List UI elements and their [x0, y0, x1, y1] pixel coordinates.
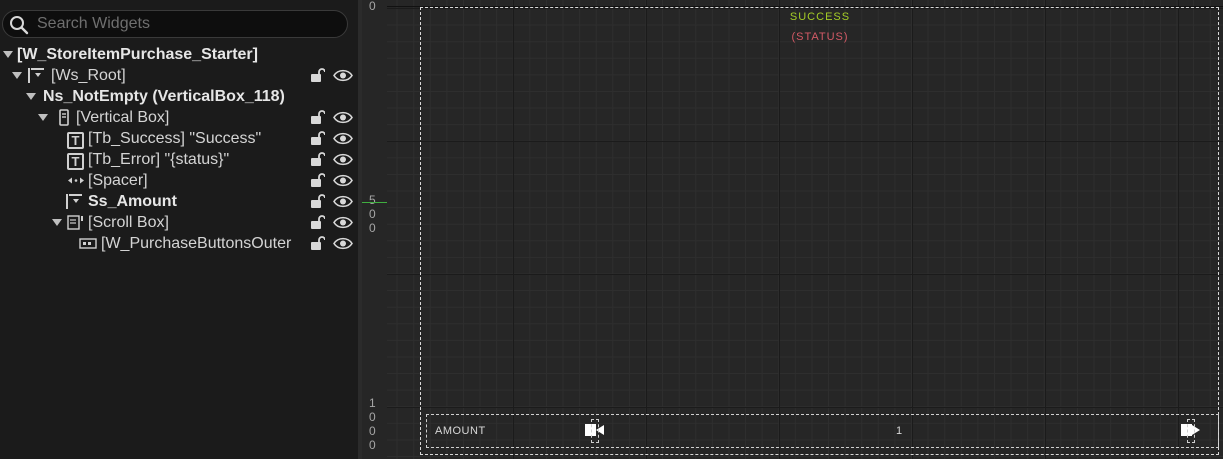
expand-arrow-icon[interactable] [3, 51, 13, 58]
designer-canvas[interactable]: SUCCESS (STATUS) AMOUNT 1 [387, 0, 1223, 459]
eye-icon[interactable] [333, 174, 353, 187]
tree-row-spacer[interactable]: [Spacer] [0, 170, 358, 191]
lock-icon[interactable] [310, 194, 325, 209]
expand-arrow-icon[interactable] [52, 219, 62, 226]
search-input[interactable] [37, 13, 337, 35]
tree-row-label: [Tb_Error] "{status}" [88, 151, 230, 168]
lock-icon[interactable] [310, 152, 325, 167]
ruler-tick: 0 [369, 0, 376, 13]
ruler-tick: 0 [369, 207, 376, 221]
tree-row-root[interactable]: [W_StoreItemPurchase_Starter] [0, 44, 358, 65]
tree-row-ss-amount[interactable]: Ss_Amount [0, 191, 358, 212]
widget-designer: [W_StoreItemPurchase_Starter] [Ws_Root] … [0, 0, 1223, 459]
text-block-icon: T [67, 151, 85, 170]
tree-row-label: Ss_Amount [88, 193, 177, 210]
tree-row-label: [Vertical Box] [76, 109, 170, 126]
tree-row-label: [W_StoreItemPurchase_Starter] [17, 46, 258, 63]
widget-bounds[interactable] [420, 7, 1219, 455]
amount-value[interactable]: 1 [896, 425, 902, 437]
tree-row-purchase-buttons[interactable]: [W_PurchaseButtonsOuter [0, 233, 358, 254]
tree-row-ns-notempty[interactable]: Ns_NotEmpty (VerticalBox_118) [0, 86, 358, 107]
widget-switcher-icon [28, 68, 44, 83]
spacer-icon [68, 177, 84, 184]
ruler-tick: 0 [369, 221, 376, 235]
amount-label: AMOUNT [435, 425, 486, 437]
guide-line [362, 202, 387, 203]
tree-row-tb-error[interactable]: T [Tb_Error] "{status}" [0, 149, 358, 170]
decrement-button[interactable] [585, 419, 607, 443]
expand-arrow-icon[interactable] [26, 93, 36, 100]
tree-row-label: [Ws_Root] [51, 67, 126, 84]
lock-icon[interactable] [310, 236, 325, 251]
eye-icon[interactable] [333, 153, 353, 166]
user-widget-icon [79, 238, 97, 249]
eye-icon[interactable] [333, 69, 353, 82]
ruler-tick: 0 [369, 410, 376, 424]
tree-row-label: [Spacer] [88, 172, 148, 189]
lock-icon[interactable] [310, 173, 325, 188]
spin-box-icon [66, 194, 82, 209]
vertical-ruler: 0 5 0 0 1 0 0 0 [362, 0, 387, 459]
search-icon [10, 16, 29, 35]
ruler-tick: 1 [369, 396, 376, 410]
eye-icon[interactable] [333, 111, 353, 124]
ruler-tick: 0 [369, 438, 376, 452]
lock-icon[interactable] [310, 68, 325, 83]
amount-spin-box[interactable]: AMOUNT 1 [426, 414, 1219, 448]
lock-icon[interactable] [310, 215, 325, 230]
selection-bracket [1187, 419, 1195, 443]
eye-icon[interactable] [333, 216, 353, 229]
tree-row-label: [Tb_Success] "Success" [88, 130, 262, 147]
tree-row-label: [W_PurchaseButtonsOuter [101, 235, 292, 252]
search-box[interactable] [2, 10, 348, 38]
tree-row-scroll-box[interactable]: [Scroll Box] [0, 212, 358, 233]
expand-arrow-icon[interactable] [38, 114, 48, 121]
eye-icon[interactable] [333, 132, 353, 145]
tree-row-ws-root[interactable]: [Ws_Root] [0, 65, 358, 86]
selection-bracket [591, 419, 599, 443]
tree-row-label: Ns_NotEmpty (VerticalBox_118) [43, 88, 285, 105]
success-text[interactable]: SUCCESS [387, 11, 1223, 23]
status-text[interactable]: (STATUS) [387, 31, 1223, 43]
ruler-tick: 0 [369, 424, 376, 438]
tree-row-vertical-box[interactable]: [Vertical Box] [0, 107, 358, 128]
lock-icon[interactable] [310, 110, 325, 125]
hierarchy-panel: [W_StoreItemPurchase_Starter] [Ws_Root] … [0, 0, 358, 459]
increment-button[interactable] [1181, 419, 1203, 443]
expand-arrow-icon[interactable] [12, 72, 22, 79]
tree-row-label: [Scroll Box] [88, 214, 169, 231]
text-block-icon: T [67, 130, 85, 149]
lock-icon[interactable] [310, 131, 325, 146]
eye-icon[interactable] [333, 195, 353, 208]
vertical-box-icon [59, 109, 69, 126]
eye-icon[interactable] [333, 237, 353, 250]
tree-row-tb-success[interactable]: T [Tb_Success] "Success" [0, 128, 358, 149]
ruler-tick: 5 [369, 193, 376, 207]
scroll-box-icon [67, 215, 83, 230]
